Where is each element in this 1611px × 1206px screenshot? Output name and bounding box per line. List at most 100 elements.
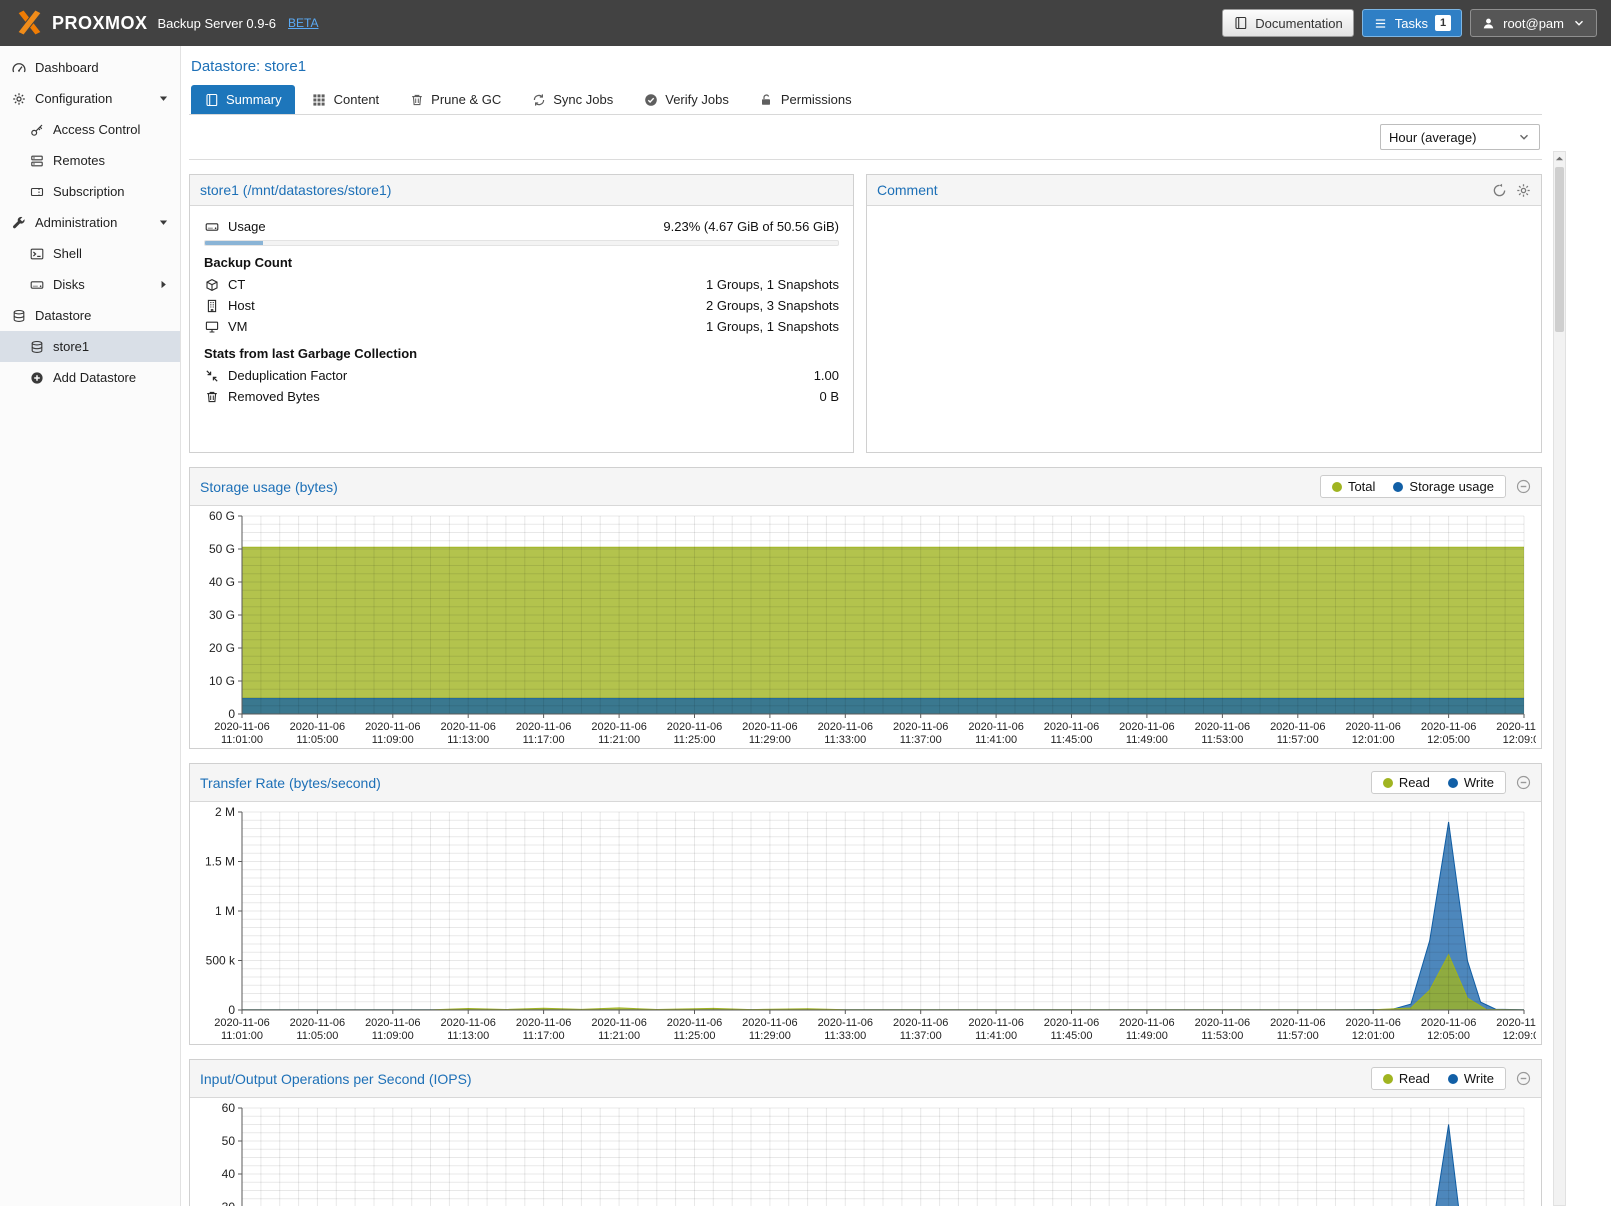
tab-prune-gc[interactable]: Prune & GC [396,85,514,114]
collapse-icon[interactable] [1516,479,1531,494]
comment-body[interactable] [867,206,1541,226]
beta-link[interactable]: BETA [288,16,318,30]
chevron-down-icon [1571,16,1586,31]
svg-text:2020-11-06: 2020-11-06 [591,1017,646,1029]
sidebar-item-remotes[interactable]: Remotes [0,145,180,176]
sidebar-item-administration[interactable]: Administration [0,207,180,238]
time-range-select[interactable]: Hour (average) [1380,124,1540,150]
legend-item-read[interactable]: Read [1383,1071,1430,1086]
sidebar-item-add-datastore[interactable]: Add Datastore [0,362,180,393]
svg-text:2020-11-06: 2020-11-06 [968,721,1023,733]
chart-title-iops: Input/Output Operations per Second (IOPS… [200,1071,472,1087]
legend-item-write[interactable]: Write [1448,775,1494,790]
sidebar-item-datastore[interactable]: Datastore [0,300,180,331]
scroll-up-button[interactable] [1554,152,1565,165]
sidebar-item-access-control[interactable]: Access Control [0,114,180,145]
svg-text:2020-11-06: 2020-11-06 [1119,1017,1174,1029]
tab-sync-jobs[interactable]: Sync Jobs [518,85,626,114]
legend-item-write[interactable]: Write [1448,1071,1494,1086]
svg-text:11:57:00: 11:57:00 [1277,1030,1319,1042]
svg-text:1.5 M: 1.5 M [205,855,235,869]
svg-text:11:01:00: 11:01:00 [221,1030,263,1042]
svg-text:2020-11-06: 2020-11-06 [1195,1017,1250,1029]
sidebar-item-store1[interactable]: store1 [0,331,180,362]
svg-text:40 G: 40 G [209,575,235,589]
svg-text:2020-11-06: 2020-11-06 [893,1017,948,1029]
scrollbar-thumb[interactable] [1555,167,1564,332]
collapse-icon[interactable] [1516,1071,1531,1086]
svg-text:11:45:00: 11:45:00 [1050,1030,1092,1042]
svg-text:60 G: 60 G [209,510,235,523]
usage-icon [204,219,219,234]
tab-label: Prune & GC [431,92,501,107]
user-menu-label: root@pam [1503,16,1564,31]
svg-text:2020-11-06: 2020-11-06 [591,721,646,733]
tab-content[interactable]: Content [299,85,393,114]
svg-text:2020-11-06: 2020-11-06 [365,721,420,733]
legend-item-storage-usage[interactable]: Storage usage [1393,479,1494,494]
scrollbar[interactable] [1553,151,1566,1206]
legend-label: Storage usage [1409,479,1494,494]
sidebar: DashboardConfiguration Access Control Remo… [0,46,181,1206]
svg-text:2 M: 2 M [215,806,235,819]
svg-text:11:09:00: 11:09:00 [372,734,414,746]
storage-usage-chart: 010 G20 G30 G40 G50 G60 G2020-11-0611:01… [196,510,1536,748]
chart-title-transfer: Transfer Rate (bytes/second) [200,775,381,791]
legend-item-total[interactable]: Total [1332,479,1375,494]
dedup-icon [204,368,219,383]
svg-text:2020-11-06: 2020-11-06 [440,721,495,733]
user-icon [1481,16,1496,31]
svg-text:0: 0 [228,1003,235,1017]
svg-text:12:09:00: 12:09:00 [1503,1030,1536,1042]
svg-text:11:21:00: 11:21:00 [598,1030,640,1042]
sidebar-item-subscription[interactable]: Subscription [0,176,180,207]
svg-text:11:53:00: 11:53:00 [1201,734,1243,746]
settings-icon[interactable] [1516,183,1531,198]
storage-usage-legend: Total Storage usage [1320,475,1506,498]
configuration-icon [11,91,26,106]
svg-text:2020-11-06: 2020-11-06 [516,721,571,733]
svg-text:11:17:00: 11:17:00 [523,734,565,746]
iops-panel: Input/Output Operations per Second (IOPS… [189,1059,1542,1206]
chart-title-storage: Storage usage (bytes) [200,479,338,495]
svg-text:11:49:00: 11:49:00 [1126,1030,1168,1042]
chart-toolbar: Hour (average) [189,115,1542,160]
svg-text:500 k: 500 k [206,954,236,968]
tab-permissions[interactable]: Permissions [746,85,865,114]
svg-text:2020-11-06: 2020-11-06 [290,721,345,733]
tasks-button[interactable]: Tasks 1 [1362,9,1462,37]
transfer-rate-legend: Read Write [1371,771,1506,794]
sidebar-item-dashboard[interactable]: Dashboard [0,52,180,83]
sidebar-item-disks[interactable]: Disks [0,269,180,300]
tab-summary[interactable]: Summary [191,85,295,114]
svg-text:30 G: 30 G [209,608,235,622]
sidebar-item-configuration[interactable]: Configuration [0,83,180,114]
legend-item-read[interactable]: Read [1383,775,1430,790]
sidebar-item-shell[interactable]: Shell [0,238,180,269]
storage-usage-panel: Storage usage (bytes) Total Storage usage… [189,467,1542,749]
transfer-rate-panel: Transfer Rate (bytes/second) Read Write 0… [189,763,1542,1045]
legend-dot [1332,482,1342,492]
ct-icon [204,277,219,292]
info-row-value: 0 B [819,389,839,404]
info-row-value: 1 Groups, 1 Snapshots [706,319,839,334]
svg-text:2020-11-06: 2020-11-06 [742,1017,797,1029]
iops-chart: 01020304050602020-11-0611:01:002020-11-0… [196,1102,1536,1206]
documentation-button[interactable]: Documentation [1222,9,1353,37]
documentation-label: Documentation [1255,16,1342,31]
sidebar-item-label: Subscription [53,184,125,199]
svg-text:11:25:00: 11:25:00 [673,1030,715,1042]
subscription-icon [29,184,44,199]
prune-icon [409,92,424,107]
tasks-icon [1373,16,1388,31]
administration-icon [11,215,26,230]
collapse-icon[interactable] [1516,775,1531,790]
revert-icon[interactable] [1492,183,1507,198]
svg-text:2020-11-06: 2020-11-06 [742,721,797,733]
access-control-icon [29,122,44,137]
svg-text:2020-11-06: 2020-11-06 [516,1017,571,1029]
sidebar-item-label: Access Control [53,122,140,137]
tab-verify-jobs[interactable]: Verify Jobs [630,85,742,114]
permissions-icon [759,92,774,107]
user-menu-button[interactable]: root@pam [1470,9,1597,37]
